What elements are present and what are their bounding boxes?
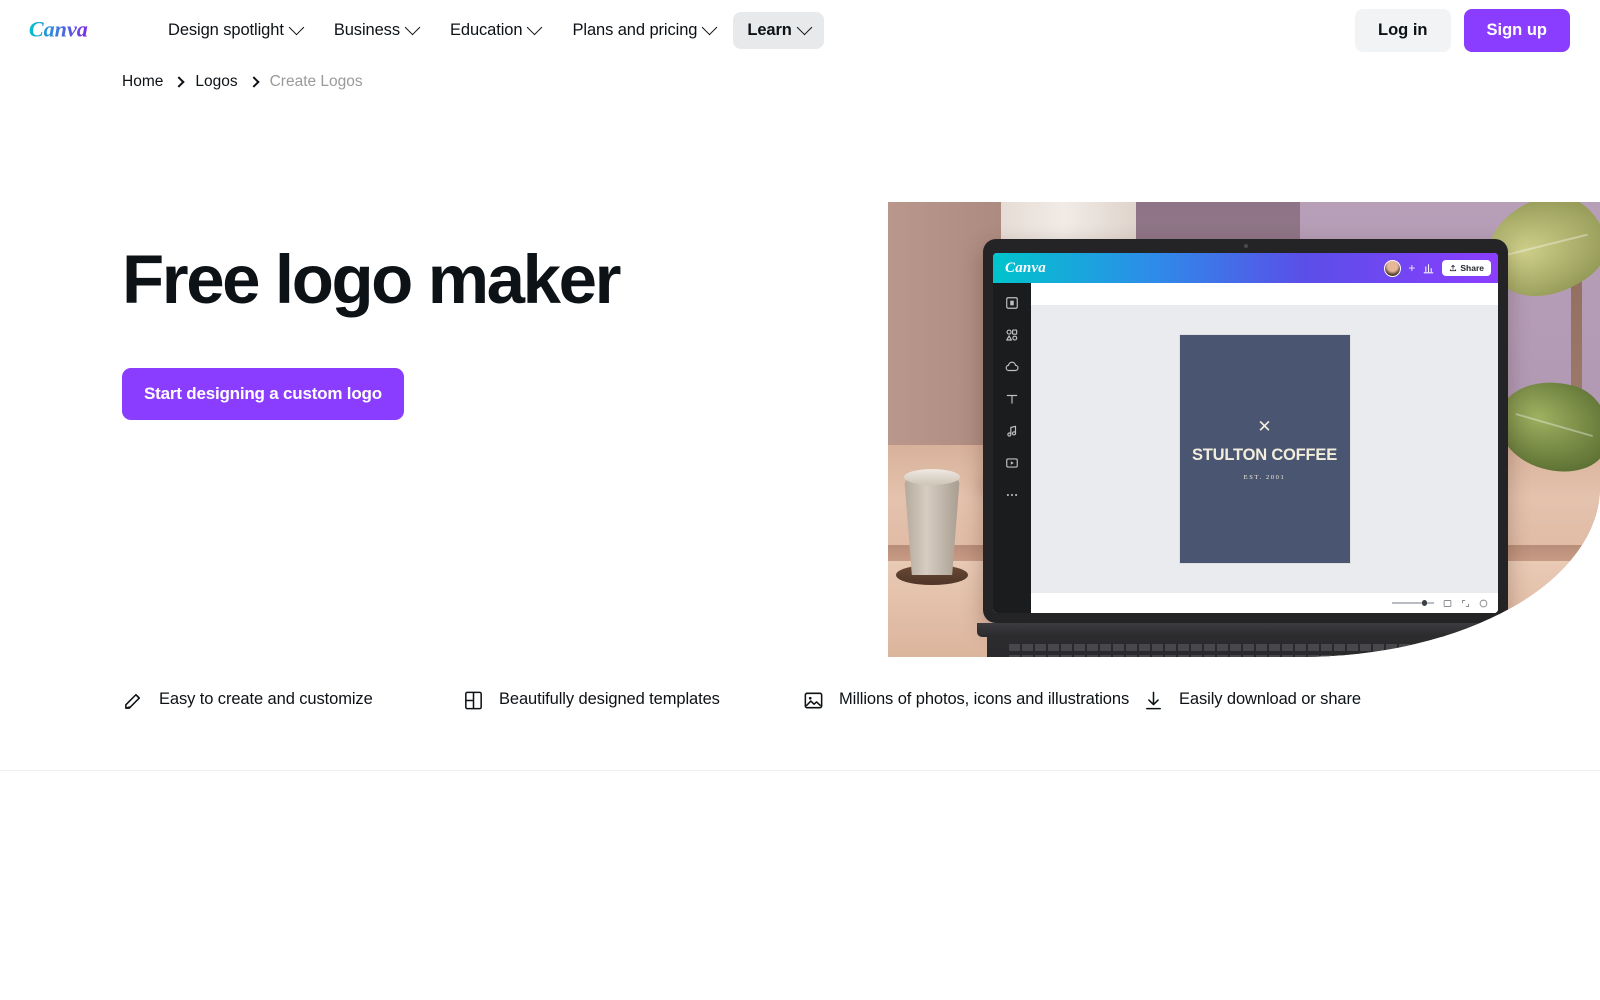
leaf-vein [1515, 413, 1594, 437]
hero-section: Free logo maker Start designing a custom… [0, 94, 1600, 771]
text-icon[interactable] [1005, 392, 1019, 406]
editor-status-bar [1031, 593, 1498, 613]
canva-wordmark-icon: Canva [29, 16, 88, 41]
nav-label: Design spotlight [168, 20, 284, 39]
logo-design-canvas[interactable]: ✕ STULTON COFFEE EST. 2001 [1179, 335, 1350, 563]
chevron-down-icon [527, 19, 543, 35]
chevron-down-icon [702, 19, 718, 35]
editor-canvas-area: ✕ STULTON COFFEE EST. 2001 [1031, 283, 1498, 613]
chevron-down-icon [288, 19, 305, 35]
cup-rim [904, 469, 960, 485]
nav-item-design-spotlight[interactable]: Design spotlight [154, 12, 316, 49]
editor-logo: Canva [1005, 259, 1047, 276]
breadcrumb-item-logos[interactable]: Logos [195, 73, 237, 91]
nav-item-learn[interactable]: Learn [733, 11, 824, 49]
site-header: Canva Design spotlight Business Educatio… [0, 0, 1600, 60]
start-designing-button[interactable]: Start designing a custom logo [122, 368, 404, 421]
laptop: Canva + Share ✕ STULTON COFFEE EST. 2001 [977, 239, 1514, 657]
nav-label: Plans and pricing [572, 20, 698, 39]
sign-up-button[interactable]: Sign up [1463, 8, 1570, 52]
feature-label: Easily download or share [1179, 690, 1361, 708]
laptop-keyboard [987, 636, 1504, 657]
editor-toolbar [1031, 283, 1498, 305]
nav-label: Education [449, 20, 523, 39]
primary-nav: Design spotlight Business Education Plan… [154, 11, 824, 49]
nav-item-education[interactable]: Education [436, 12, 555, 49]
feature-item: Easy to create and customize [122, 688, 462, 712]
nav-item-business[interactable]: Business [320, 12, 432, 49]
videos-icon[interactable] [1005, 456, 1019, 470]
avatar[interactable] [1384, 259, 1402, 277]
leaf-vein [1503, 233, 1588, 257]
section-divider [0, 770, 1600, 771]
feature-item: Easily download or share [1142, 688, 1412, 712]
chevron-down-icon [404, 19, 421, 35]
editor-body: ✕ STULTON COFFEE EST. 2001 [993, 283, 1498, 613]
feature-label: Millions of photos, icons and illustrati… [839, 690, 1130, 708]
add-collaborator-icon[interactable]: + [1408, 261, 1415, 275]
nav-label: Learn [747, 20, 792, 39]
feature-item: Beautifully designed templates [462, 688, 802, 712]
zoom-slider-handle[interactable] [1421, 600, 1427, 606]
feature-list: Easy to create and customize Beautifully… [122, 688, 1412, 712]
help-icon[interactable] [1479, 599, 1488, 608]
feature-label: Beautifully designed templates [499, 690, 720, 708]
feature-item: Millions of photos, icons and illustrati… [802, 688, 1142, 712]
chevron-right-icon [173, 76, 186, 88]
nav-label: Business [333, 20, 400, 39]
hero-image-laptop-scene: Canva + Share ✕ STULTON COFFEE EST. 2001 [888, 202, 1600, 657]
breadcrumb-item-home[interactable]: Home [122, 73, 163, 91]
editor-top-bar: Canva + Share [993, 253, 1498, 283]
layout-template-icon [465, 691, 482, 710]
breadcrumb: Home Logos Create Logos [0, 60, 1600, 94]
more-icon[interactable] [1005, 488, 1019, 502]
elements-icon[interactable] [1005, 328, 1019, 342]
svg-text:Canva: Canva [29, 16, 88, 41]
coffee-cup [904, 475, 960, 575]
log-in-button[interactable]: Log in [1355, 8, 1451, 52]
chevron-right-icon [247, 76, 260, 88]
pages-icon[interactable] [1443, 599, 1452, 608]
pencil-edit-icon [125, 693, 141, 709]
laptop-screen: Canva + Share ✕ STULTON COFFEE EST. 2001 [993, 253, 1498, 613]
share-button[interactable]: Share [1442, 260, 1491, 276]
fullscreen-icon[interactable] [1461, 599, 1470, 608]
insights-icon[interactable] [1422, 262, 1435, 275]
logo-brand-name: STULTON COFFEE [1191, 445, 1338, 464]
logo-established-text: EST. 2001 [1243, 473, 1286, 481]
laptop-hinge [977, 623, 1514, 637]
editor-side-rail [993, 283, 1031, 613]
audio-icon[interactable] [1005, 424, 1019, 438]
upload-icon [1450, 264, 1457, 272]
webcam-icon [1243, 244, 1248, 248]
editor-top-actions: + Share [1384, 259, 1491, 277]
feature-label: Easy to create and customize [159, 690, 373, 708]
share-label: Share [1460, 263, 1484, 273]
chevron-down-icon [796, 19, 813, 35]
laptop-lid: Canva + Share ✕ STULTON COFFEE EST. 2001 [983, 239, 1508, 623]
templates-icon[interactable] [1005, 296, 1019, 310]
header-actions: Log in Sign up [1355, 8, 1570, 52]
breadcrumb-item-create-logos: Create Logos [269, 73, 363, 90]
uploads-icon[interactable] [1005, 360, 1019, 374]
editor-stage: ✕ STULTON COFFEE EST. 2001 [1031, 305, 1498, 593]
canva-logo[interactable]: Canva [28, 13, 128, 47]
crossed-mark-icon: ✕ [1257, 416, 1272, 436]
image-photo-icon [804, 692, 823, 709]
nav-item-plans-and-pricing[interactable]: Plans and pricing [558, 12, 729, 49]
download-icon [1146, 691, 1161, 710]
zoom-slider[interactable] [1392, 600, 1434, 606]
